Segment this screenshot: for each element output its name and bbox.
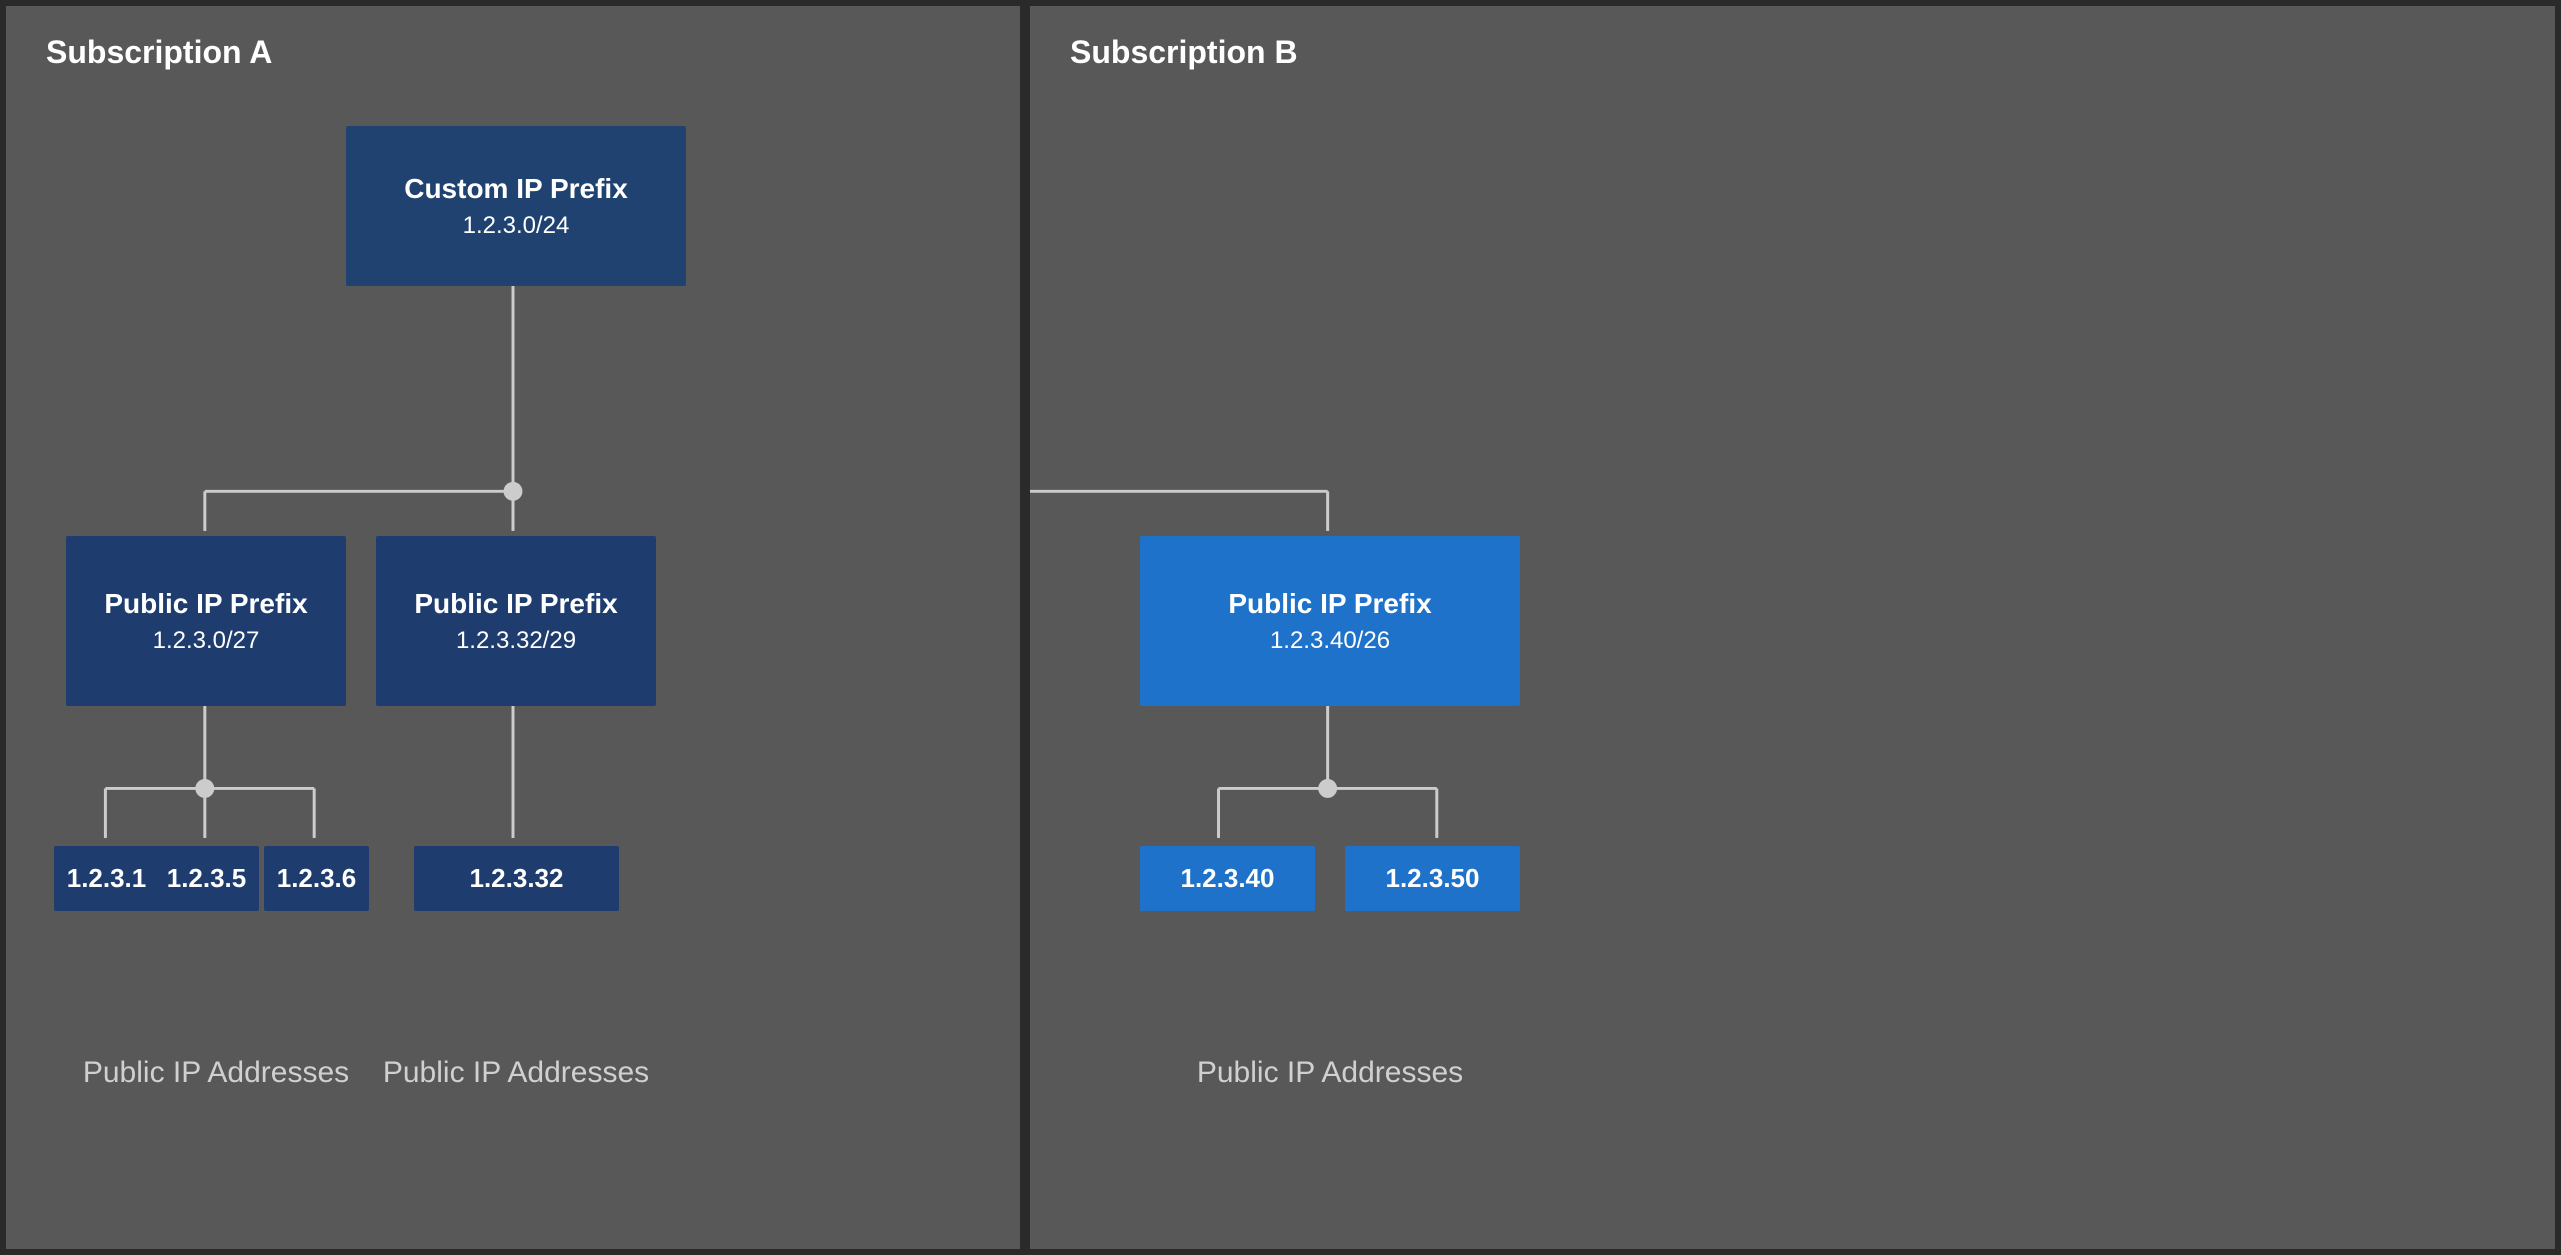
ip-a2: 1.2.3.32 [470,863,564,894]
prefix-a2-title: Public IP Prefix [414,587,617,621]
ip-a1-2: 1.2.3.5 [167,863,247,894]
custom-ip-prefix-title: Custom IP Prefix [404,172,628,206]
ip-a1-1-box: 1.2.3.1 [54,846,159,911]
ip-a1-3-box: 1.2.3.6 [264,846,369,911]
prefix-a1-ip: 1.2.3.0/27 [153,627,260,655]
ip-b1-2-box: 1.2.3.50 [1345,846,1520,911]
subscription-a-panel: Subscription A [3,3,1023,1252]
ip-a2-box: 1.2.3.32 [414,846,619,911]
label-a2: Public IP Addresses [316,1056,716,1090]
prefix-b1-title: Public IP Prefix [1228,587,1431,621]
prefix-b1-box: Public IP Prefix 1.2.3.40/26 [1140,536,1520,706]
prefix-a2-ip: 1.2.3.32/29 [456,627,576,655]
subscription-b-panel: Subscription B Public IP Prefix 1.2.3.40… [1027,3,2558,1252]
ip-b1-1: 1.2.3.40 [1181,863,1275,894]
prefix-a1-box: Public IP Prefix 1.2.3.0/27 [66,536,346,706]
ip-b1-1-box: 1.2.3.40 [1140,846,1315,911]
ip-a1-2-box: 1.2.3.5 [154,846,259,911]
label-b1: Public IP Addresses [1120,1056,1540,1090]
ip-a1-3: 1.2.3.6 [277,863,357,894]
prefix-a1-title: Public IP Prefix [104,587,307,621]
prefix-b1-ip: 1.2.3.40/26 [1270,627,1390,655]
subscription-b-label: Subscription B [1070,34,1298,71]
subscription-a-label: Subscription A [46,34,272,71]
ip-b1-2: 1.2.3.50 [1386,863,1480,894]
custom-ip-prefix-ip: 1.2.3.0/24 [463,212,570,240]
prefix-a2-box: Public IP Prefix 1.2.3.32/29 [376,536,656,706]
custom-ip-prefix-box: Custom IP Prefix 1.2.3.0/24 [346,126,686,286]
ip-a1-1: 1.2.3.1 [67,863,147,894]
